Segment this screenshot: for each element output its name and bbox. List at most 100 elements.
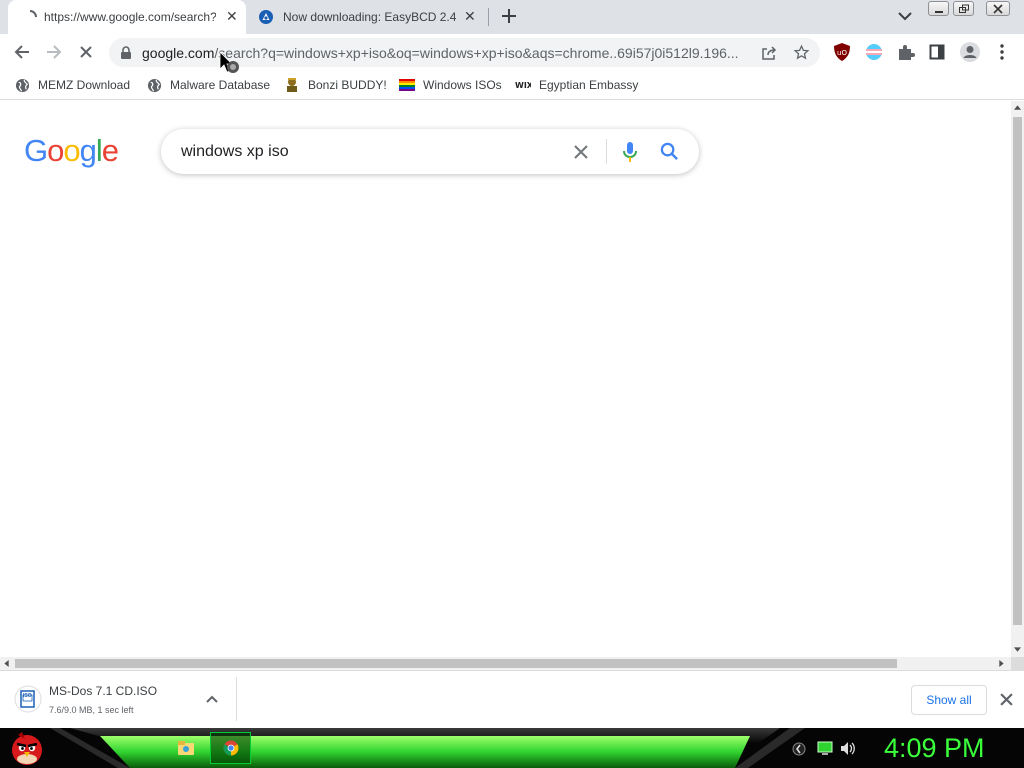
tab-title: https://www.google.com/search? <box>44 10 216 24</box>
share-icon[interactable] <box>761 45 777 61</box>
bookmark-bonzi-buddy[interactable]: Bonzi BUDDY! <box>284 76 387 94</box>
minimize-button[interactable] <box>928 1 949 16</box>
rainbow-flag-icon <box>399 79 415 91</box>
search-query[interactable]: windows xp iso <box>181 143 289 161</box>
minimize-icon <box>934 10 943 13</box>
download-item[interactable]: ISO MS-Dos 7.1 CD.ISO 7.6/9.0 MB, 1 sec … <box>0 671 236 729</box>
start-button-angry-bird-icon[interactable] <box>8 729 46 767</box>
tab-title: Now downloading: EasyBCD 2.4.0 <box>283 10 457 24</box>
download-divider <box>236 677 237 721</box>
globe-icon <box>147 78 162 92</box>
horizontal-scrollbar[interactable] <box>0 657 1011 670</box>
mouse-cursor-icon <box>219 51 239 73</box>
bookmark-label: Bonzi BUDDY! <box>308 78 387 92</box>
tab-google-search[interactable]: https://www.google.com/search? ✕ <box>8 0 246 34</box>
profile-avatar-icon[interactable] <box>959 41 981 63</box>
plus-icon <box>502 9 516 23</box>
google-logo-letter: G <box>24 133 48 168</box>
tab-strip: https://www.google.com/search? ✕ Now dow… <box>0 0 1024 34</box>
extensions-puzzle-icon[interactable] <box>897 43 915 61</box>
lock-icon <box>121 46 131 59</box>
vertical-scroll-thumb[interactable] <box>1013 117 1022 625</box>
easybcd-favicon-icon <box>259 10 273 24</box>
google-logo[interactable]: Google <box>24 133 119 169</box>
bonzi-icon <box>287 78 297 92</box>
search-icon[interactable] <box>660 142 679 161</box>
tray-monitor-icon[interactable] <box>817 741 833 756</box>
tab-search-button[interactable] <box>896 9 914 23</box>
new-tab-button[interactable] <box>499 6 519 26</box>
clear-search-icon[interactable] <box>573 144 589 160</box>
tab-close-icon[interactable]: ✕ <box>226 8 238 25</box>
arrow-left-icon <box>14 45 29 59</box>
arrow-right-icon <box>47 45 62 59</box>
google-logo-letter: o <box>47 133 64 168</box>
bookmark-label: Egyptian Embassy <box>539 78 639 92</box>
close-download-shelf-icon[interactable] <box>1000 693 1013 706</box>
download-file-name: MS-Dos 7.1 CD.ISO <box>49 684 158 698</box>
close-window-button[interactable] <box>986 1 1010 16</box>
restore-button[interactable] <box>953 1 974 16</box>
url-host: google.com <box>142 45 215 61</box>
ublock-origin-icon[interactable]: uO <box>833 42 851 62</box>
bookmark-memz-download[interactable]: MEMZ Download <box>15 76 130 94</box>
bookmark-windows-isos[interactable]: Windows ISOs <box>399 76 502 94</box>
tray-volume-icon[interactable] <box>840 741 857 756</box>
stop-loading-button[interactable] <box>74 40 98 64</box>
loading-favicon-icon <box>29 10 37 18</box>
close-icon <box>993 3 1003 14</box>
bookmark-malware-database[interactable]: Malware Database <box>147 76 270 94</box>
search-box[interactable]: windows xp iso <box>161 129 699 174</box>
restore-icon <box>958 4 969 13</box>
show-all-downloads-button[interactable]: Show all <box>911 685 987 715</box>
os-taskbar: 4:09 PM <box>0 728 1024 768</box>
download-shelf: ISO MS-Dos 7.1 CD.ISO 7.6/9.0 MB, 1 sec … <box>0 670 1024 728</box>
tab-separator <box>488 8 489 26</box>
vertical-scrollbar[interactable] <box>1011 101 1024 657</box>
file-explorer-taskbar-icon[interactable] <box>177 739 195 757</box>
tab-easybcd-download[interactable]: Now downloading: EasyBCD 2.4.0 ✕ <box>252 0 488 34</box>
svg-text:WIX: WIX <box>515 81 531 90</box>
side-panel-icon[interactable] <box>929 44 945 60</box>
scroll-left-arrow-icon[interactable] <box>4 660 9 667</box>
google-logo-letter: e <box>101 133 119 168</box>
close-icon <box>80 46 92 58</box>
chevron-up-icon[interactable] <box>206 695 218 704</box>
more-menu-icon[interactable] <box>995 43 1009 61</box>
back-button[interactable] <box>10 40 34 64</box>
page-content: Google windows xp iso <box>0 51 1011 657</box>
taskbar-clock[interactable]: 4:09 PM <box>884 733 985 764</box>
star-icon[interactable] <box>793 44 810 61</box>
horizontal-scroll-thumb[interactable] <box>15 659 897 668</box>
bookmark-label: Malware Database <box>170 78 271 92</box>
google-logo-text: Google <box>24 133 119 168</box>
tray-network-icon[interactable] <box>792 742 806 756</box>
iso-file-icon-label: ISO <box>23 693 32 699</box>
bookmark-label: MEMZ Download <box>38 78 131 92</box>
svg-text:uO: uO <box>837 49 847 57</box>
extension-flag-icon[interactable] <box>865 43 883 61</box>
browser-toolbar: google.com/search?q=windows+xp+iso&oq=wi… <box>0 34 1024 70</box>
scrollbar-corner <box>1011 657 1024 670</box>
url-path: /search?q=windows+xp+iso&oq=windows+xp+i… <box>214 45 739 61</box>
chrome-icon <box>223 740 239 756</box>
download-status: 7.6/9.0 MB, 1 sec left <box>49 705 134 715</box>
forward-button[interactable] <box>42 40 66 64</box>
taskbar-background-graphic <box>0 728 1024 768</box>
bookmark-label: Windows ISOs <box>423 78 502 92</box>
bookmarks-bar: MEMZ Download Malware Database Bonzi BUD… <box>0 70 1024 100</box>
scroll-right-arrow-icon[interactable] <box>999 660 1004 667</box>
chrome-taskbar-button[interactable] <box>210 732 251 764</box>
globe-icon <box>15 78 30 92</box>
scroll-up-arrow-icon[interactable] <box>1014 105 1021 110</box>
tab-close-icon[interactable]: ✕ <box>464 8 476 25</box>
iso-file-icon <box>14 685 42 713</box>
address-bar[interactable]: google.com/search?q=windows+xp+iso&oq=wi… <box>109 38 820 67</box>
chevron-down-icon <box>898 12 912 21</box>
bookmark-egyptian-embassy[interactable]: WIX Egyptian Embassy <box>515 76 638 94</box>
scroll-down-arrow-icon[interactable] <box>1014 647 1021 652</box>
wix-icon: WIX <box>515 81 531 90</box>
microphone-icon[interactable] <box>622 141 638 163</box>
google-logo-letter: g <box>79 133 97 168</box>
search-box-divider <box>606 139 607 164</box>
